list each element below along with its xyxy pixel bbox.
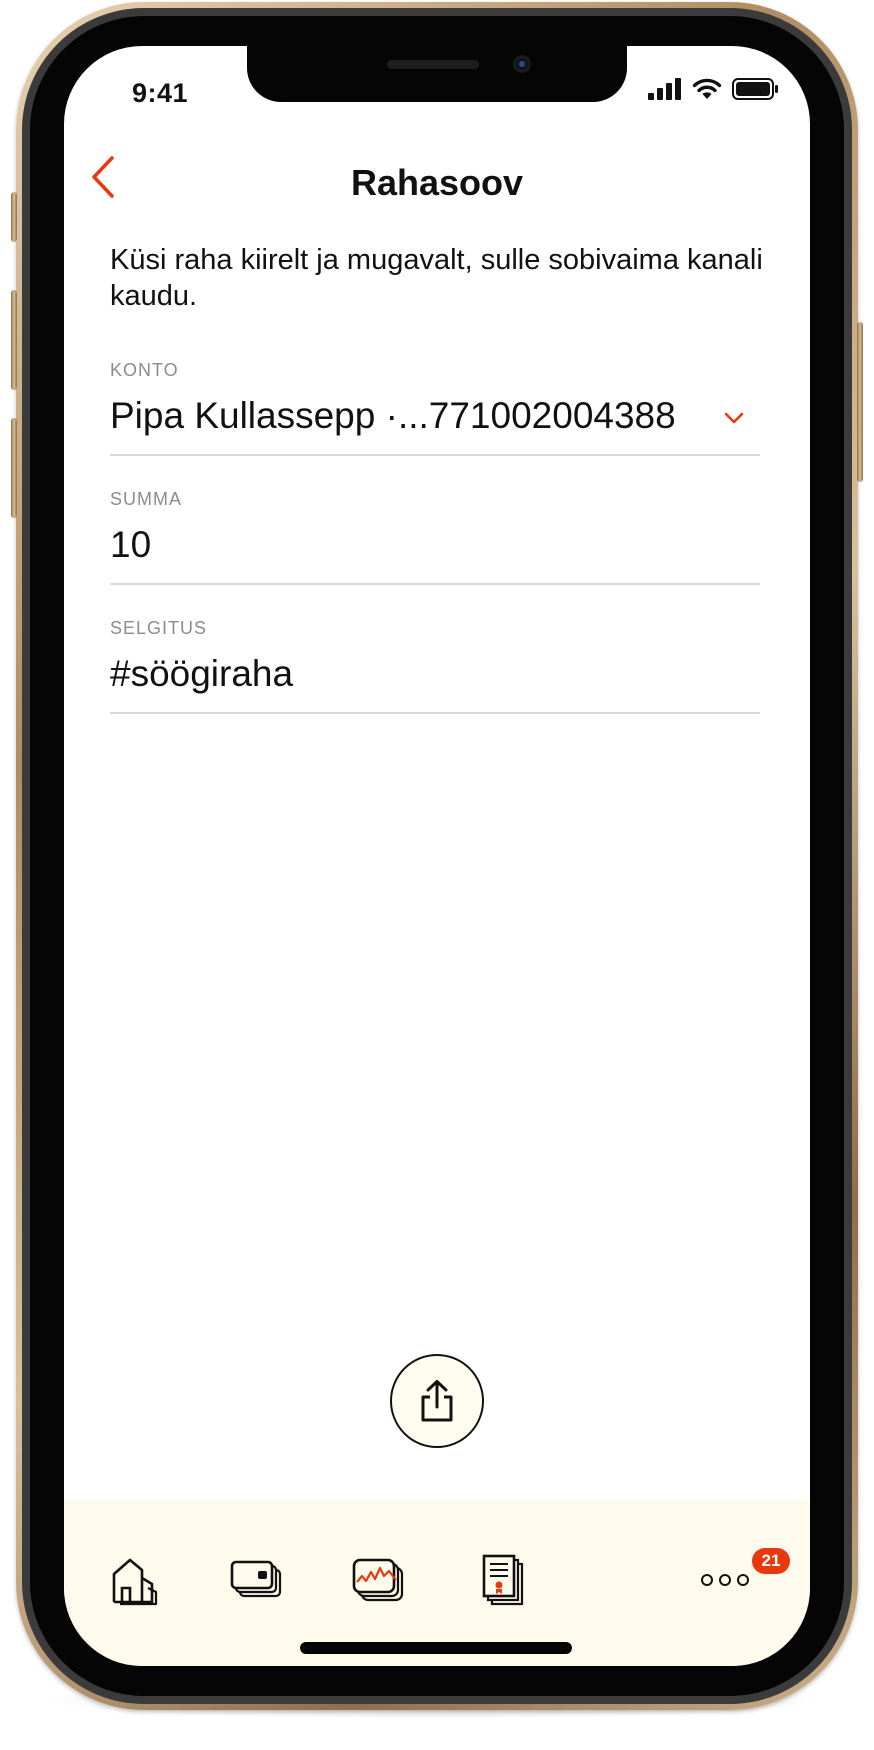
intro-text: Küsi raha kiirelt ja mugavalt, sulle sob… <box>110 244 763 312</box>
tab-cards[interactable] <box>222 1550 292 1610</box>
battery-icon <box>732 78 778 100</box>
description-value[interactable]: #söögiraha <box>110 653 760 695</box>
mute-switch <box>11 192 17 242</box>
volume-down-button <box>11 418 17 518</box>
tab-more[interactable]: 21 <box>690 1548 790 1610</box>
amount-value[interactable]: 10 <box>110 524 760 566</box>
tab-home[interactable] <box>100 1550 170 1610</box>
notification-badge: 21 <box>752 1548 790 1574</box>
account-value: Pipa Kullassepp ·...771002004388 <box>110 395 676 436</box>
page-title: Rahasoov <box>350 162 524 203</box>
home-indicator[interactable] <box>300 1642 572 1654</box>
front-camera <box>513 55 531 73</box>
status-icons <box>648 78 778 100</box>
home-icon <box>112 1558 158 1606</box>
share-icon <box>421 1380 453 1422</box>
amount-field[interactable]: SUMMA 10 <box>110 489 760 585</box>
app-screen: 9:41 Rahasoov Küsi raha kiirelt ja mugav… <box>64 46 810 1666</box>
account-selector[interactable]: KONTO Pipa Kullassepp ·...771002004388 <box>110 360 760 456</box>
description-field[interactable]: SELGITUS #söögiraha <box>110 618 760 714</box>
notch <box>247 46 627 102</box>
wallet-cards-icon <box>230 1560 282 1598</box>
volume-up-button <box>11 290 17 390</box>
more-icon <box>701 1574 749 1586</box>
share-button[interactable] <box>390 1354 484 1448</box>
cellular-signal-icon <box>648 78 681 100</box>
account-label: KONTO <box>110 360 179 380</box>
navigation-bar: Rahasoov <box>64 146 810 226</box>
tab-investments[interactable] <box>344 1550 414 1610</box>
wifi-icon <box>692 78 722 99</box>
description-label: SELGITUS <box>110 618 208 638</box>
status-time: 9:41 <box>132 78 189 108</box>
amount-label: SUMMA <box>110 489 182 509</box>
tab-documents[interactable] <box>468 1550 538 1610</box>
documents-icon <box>482 1554 524 1606</box>
chevron-down-icon <box>724 412 744 424</box>
power-button <box>857 322 863 482</box>
investments-chart-icon <box>352 1558 404 1602</box>
